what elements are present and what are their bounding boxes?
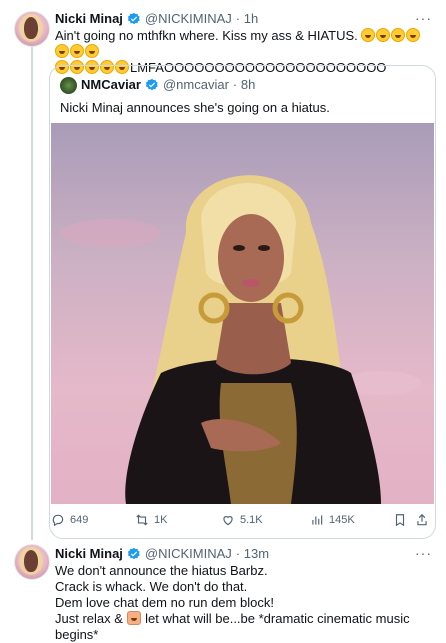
author-name[interactable]: Nicki Minaj [55, 11, 123, 26]
rofl-emoji-icon [376, 28, 391, 42]
person-in-lotus-position-emoji-icon [126, 611, 141, 625]
quote-timestamp[interactable]: · 8h [233, 77, 255, 92]
tweet-header: Nicki Minaj @NICKIMINAJ · 13m [55, 546, 269, 561]
like-button[interactable]: 5.1K [221, 513, 263, 527]
heart-icon [223, 516, 233, 526]
reply-count: 649 [70, 514, 89, 526]
verified-badge-icon [127, 12, 140, 24]
views-count: 145K [329, 514, 355, 526]
thread-connector-line [31, 44, 33, 540]
views-bar-chart-icon [312, 515, 323, 525]
share-button[interactable] [415, 513, 429, 527]
tweet-text-line: We don't announce the hiatus Barbz. [55, 563, 268, 578]
tweet-text-line: Just relax & [55, 611, 123, 626]
reply-button[interactable]: 649 [51, 513, 88, 527]
quote-header: NMCaviar @nmcaviar · 8h [81, 77, 255, 92]
retweet-count: 1K [154, 514, 168, 526]
bookmark-button[interactable] [393, 513, 407, 527]
retweet-button[interactable]: 1K [135, 513, 167, 527]
more-options-icon[interactable]: ··· [415, 10, 432, 26]
more-options-icon[interactable]: ··· [415, 545, 432, 561]
verified-badge-icon [145, 78, 158, 90]
timestamp[interactable]: · 13m [236, 546, 269, 561]
timestamp[interactable]: · 1h [236, 11, 258, 26]
rofl-emoji-icon [391, 28, 406, 42]
retweet-icon [136, 514, 148, 526]
author-handle[interactable]: @NICKIMINAJ [145, 11, 232, 26]
author-name[interactable]: Nicki Minaj [55, 546, 123, 561]
quote-author-name[interactable]: NMCaviar [81, 77, 141, 92]
reply-icon [52, 514, 64, 527]
weary-face-emoji-icon [361, 28, 376, 42]
tweet-header: Nicki Minaj @NICKIMINAJ · 1h [55, 11, 258, 26]
share-icon [417, 513, 427, 526]
author-handle[interactable]: @NICKIMINAJ [145, 546, 232, 561]
tweet-body: We don't announce the hiatus Barbz. Crac… [55, 563, 435, 643]
quote-author-handle[interactable]: @nmcaviar [163, 77, 229, 92]
views-button[interactable]: 145K [310, 513, 355, 527]
like-count: 5.1K [240, 514, 263, 526]
rofl-emoji-icon [55, 44, 69, 58]
rofl-emoji-icon [85, 44, 99, 58]
tweet-text-line: Ain't going no mthfkn where. Kiss my ass… [55, 28, 358, 43]
verified-badge-icon [127, 547, 140, 559]
tweet-text-line: Crack is whack. We don't do that. [55, 579, 248, 594]
quote-avatar[interactable] [60, 77, 77, 94]
tweet-photo[interactable] [51, 123, 434, 504]
tweet-text-line: Dem love chat dem no run dem block! [55, 595, 274, 610]
tweet-actions-bar: 649 1K 5.1K 145K [49, 513, 429, 531]
bookmark-icon [395, 514, 405, 527]
avatar[interactable] [14, 544, 50, 580]
quoted-tweet-card[interactable]: NMCaviar @nmcaviar · 8h Nicki Minaj anno… [49, 65, 436, 539]
rofl-emoji-icon [70, 44, 84, 58]
avatar[interactable] [14, 11, 50, 47]
rofl-emoji-icon [406, 28, 421, 42]
quote-text: Nicki Minaj announces she's going on a h… [60, 100, 330, 115]
